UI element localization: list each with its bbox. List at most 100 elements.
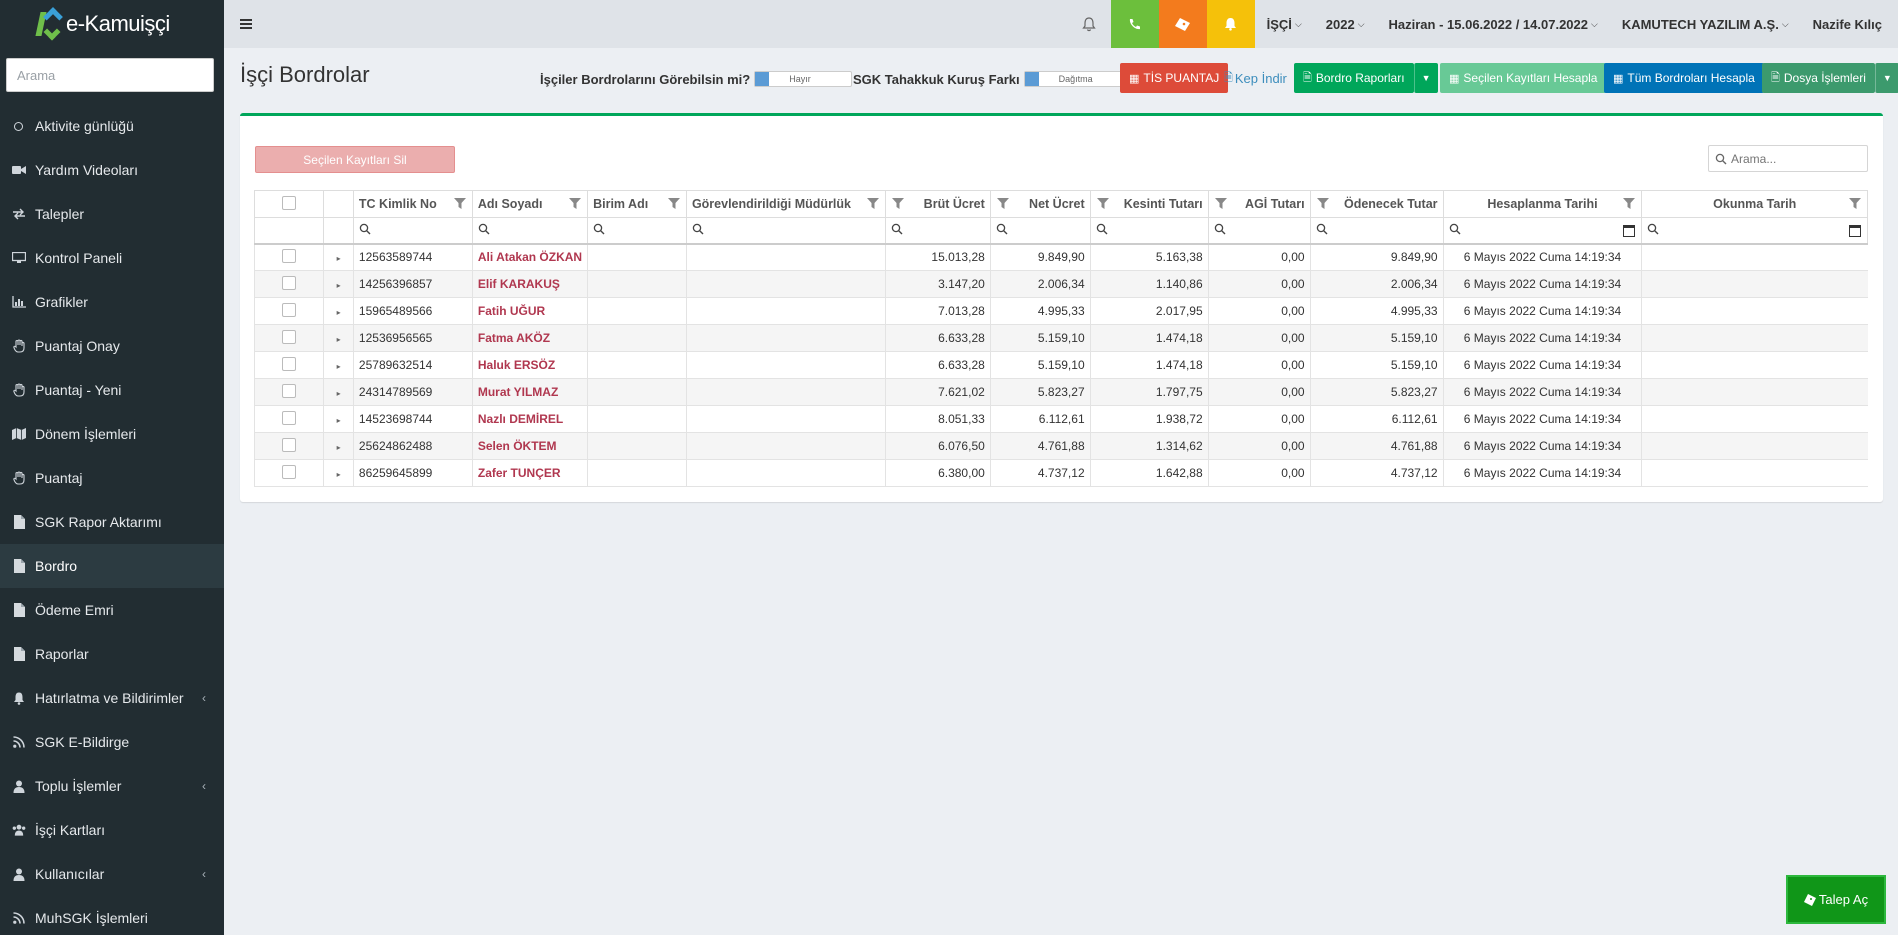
year-dropdown[interactable]: 2022 ⌵	[1314, 0, 1377, 48]
sidebar-item-19[interactable]: MuhSGK İşlemleri	[0, 896, 224, 935]
chevron-left-icon[interactable]: ‹	[202, 691, 206, 705]
column-filter-input[interactable]	[587, 217, 687, 245]
row-checkbox[interactable]	[282, 356, 297, 371]
filter-icon[interactable]	[996, 198, 1009, 209]
expand-row-icon[interactable]: ▸	[337, 281, 341, 290]
expand-row-icon[interactable]: ▸	[337, 362, 341, 371]
chevron-left-icon[interactable]: ‹	[202, 779, 206, 793]
expand-row-icon[interactable]: ▸	[337, 443, 341, 452]
company-dropdown[interactable]: KAMUTECH YAZILIM A.Ş. ⌵	[1610, 0, 1801, 48]
cell-name[interactable]: Murat YILMAZ	[471, 378, 588, 406]
expand-row-icon[interactable]: ▸	[337, 254, 341, 263]
column-header[interactable]: AGİ Tutarı	[1207, 190, 1311, 218]
column-filter-input[interactable]	[989, 217, 1091, 245]
column-header[interactable]: Kesinti Tutarı	[1089, 190, 1209, 218]
row-checkbox[interactable]	[282, 437, 297, 452]
dosya-islemleri-button[interactable]: 🗎 Dosya İşlemleri	[1762, 63, 1875, 93]
sidebar-search-input[interactable]	[6, 58, 214, 92]
select-all-checkbox[interactable]	[282, 195, 297, 210]
cell-name[interactable]: Nazlı DEMİREL	[471, 405, 588, 433]
phone-icon[interactable]	[1110, 0, 1159, 48]
column-header[interactable]: Brüt Ücret	[884, 190, 991, 218]
column-header[interactable]: Net Ücret	[989, 190, 1091, 218]
row-checkbox[interactable]	[282, 248, 297, 263]
alert-bell-icon[interactable]	[1206, 0, 1255, 48]
filter-icon[interactable]	[569, 198, 582, 209]
sidebar-item-5[interactable]: Grafikler	[0, 280, 224, 324]
column-header[interactable]: Adı Soyadı	[471, 190, 589, 218]
table-row[interactable]: ▸ 15965489566 Fatih UĞUR 7.013,28 4.995,33 2.…	[253, 297, 1868, 325]
filter-icon[interactable]	[866, 198, 879, 209]
column-header[interactable]: Hesaplanma Tarihi	[1442, 190, 1643, 218]
expand-row-icon[interactable]: ▸	[337, 416, 341, 425]
grid-search-input[interactable]	[1731, 151, 1861, 166]
cell-name[interactable]: Fatih UĞUR	[471, 297, 588, 325]
table-row[interactable]: ▸ 12536956565 Fatma AKÖZ 6.633,28 5.159,10 1.…	[253, 324, 1868, 352]
cell-name[interactable]: Elif KARAKUŞ	[471, 270, 588, 298]
column-header[interactable]: Görevlendirildiği Müdürlük	[685, 190, 886, 218]
column-filter-input[interactable]	[471, 217, 589, 245]
table-row[interactable]: ▸ 86259645899 Zafer TUNÇER 6.380,00 4.737,12…	[253, 459, 1868, 487]
notification-bell-icon[interactable]	[1067, 0, 1111, 48]
row-checkbox[interactable]	[282, 464, 297, 479]
column-header[interactable]: TC Kimlik No	[352, 190, 473, 218]
table-row[interactable]: ▸ 25789632514 Haluk ERSÖZ 6.633,28 5.159,10 1…	[253, 351, 1868, 379]
sidebar-item-18[interactable]: Kullanıcılar ‹	[0, 852, 224, 896]
sidebar-item-11[interactable]: Bordro	[0, 544, 224, 588]
row-checkbox[interactable]	[282, 383, 297, 398]
expand-row-icon[interactable]: ▸	[337, 335, 341, 344]
role-dropdown[interactable]: İŞÇİ ⌵	[1255, 0, 1314, 48]
sidebar-item-12[interactable]: Ödeme Emri	[0, 588, 224, 632]
column-header[interactable]: Okunma Tarih	[1641, 190, 1868, 218]
expand-row-icon[interactable]: ▸	[337, 389, 341, 398]
sidebar-item-13[interactable]: Raporlar	[0, 632, 224, 676]
workers-see-payroll-toggle[interactable]: Hayır	[754, 71, 853, 87]
chevron-left-icon[interactable]: ‹	[202, 867, 206, 881]
column-filter-input[interactable]	[1089, 217, 1209, 245]
user-menu[interactable]: Nazife Kılıç	[1801, 0, 1898, 48]
column-filter-input[interactable]	[1309, 217, 1444, 245]
sidebar-item-4[interactable]: Kontrol Paneli	[0, 236, 224, 280]
sidebar-item-15[interactable]: SGK E-Bildirge	[0, 720, 224, 764]
filter-icon[interactable]	[1623, 198, 1636, 209]
tis-puantaj-button[interactable]: ▦ TİS PUANTAJ	[1120, 63, 1229, 93]
column-filter-input[interactable]	[1641, 217, 1868, 245]
filter-icon[interactable]	[1096, 198, 1109, 209]
filter-icon[interactable]	[453, 198, 466, 209]
hamburger-menu-icon[interactable]	[240, 19, 252, 29]
grid-search[interactable]	[1708, 145, 1868, 172]
calendar-icon[interactable]	[1623, 225, 1636, 237]
sidebar-item-8[interactable]: Dönem İşlemleri	[0, 412, 224, 456]
sidebar-item-3[interactable]: Talepler	[0, 192, 224, 236]
cell-name[interactable]: Selen ÖKTEM	[471, 432, 588, 460]
logo[interactable]: e-Kamuişçi	[0, 0, 224, 48]
expand-row-icon[interactable]: ▸	[337, 308, 341, 317]
row-checkbox[interactable]	[282, 329, 297, 344]
sidebar-item-10[interactable]: SGK Rapor Aktarımı	[0, 500, 224, 544]
sidebar-item-7[interactable]: Puantaj - Yeni	[0, 368, 224, 412]
secilen-hesapla-button[interactable]: ▦ Seçilen Kayıtları Hesapla	[1440, 63, 1607, 93]
row-checkbox[interactable]	[282, 410, 297, 425]
calendar-icon[interactable]	[1849, 225, 1861, 237]
table-row[interactable]: ▸ 24314789569 Murat YILMAZ 7.621,02 5.823,27…	[253, 378, 1868, 406]
sidebar-item-1[interactable]: Aktivite günlüğü	[0, 104, 224, 148]
cell-name[interactable]: Zafer TUNÇER	[471, 459, 588, 487]
table-row[interactable]: ▸ 25624862488 Selen ÖKTEM 6.076,50 4.761,88 1…	[253, 432, 1868, 460]
ticket-icon[interactable]	[1158, 0, 1207, 48]
table-row[interactable]: ▸ 14523698744 Nazlı DEMİREL 8.051,33 6.112,6…	[253, 405, 1868, 433]
period-dropdown[interactable]: Haziran - 15.06.2022 / 14.07.2022 ⌵	[1377, 0, 1610, 48]
sidebar-item-14[interactable]: Hatırlatma ve Bildirimler ‹	[0, 676, 224, 720]
sidebar-item-16[interactable]: Toplu İşlemler ‹	[0, 764, 224, 808]
column-header[interactable]: Birim Adı	[587, 190, 687, 218]
column-filter-input[interactable]	[685, 217, 886, 245]
bordro-raporlari-dropdown[interactable]: ▼	[1413, 63, 1438, 93]
row-checkbox[interactable]	[282, 275, 297, 290]
filter-icon[interactable]	[891, 198, 904, 209]
table-row[interactable]: ▸ 12563589744 Ali Atakan ÖZKAN 15.013,28 9.8…	[253, 243, 1868, 271]
kep-indir-link[interactable]: 🗎 Kep İndir	[1224, 63, 1287, 93]
column-filter-input[interactable]	[1207, 217, 1311, 245]
filter-icon[interactable]	[1849, 198, 1861, 209]
bordro-raporlari-button[interactable]: 🗎 Bordro Raporları	[1294, 63, 1414, 93]
sidebar-item-2[interactable]: Yardım Videoları	[0, 148, 224, 192]
expand-row-icon[interactable]: ▸	[337, 470, 341, 479]
